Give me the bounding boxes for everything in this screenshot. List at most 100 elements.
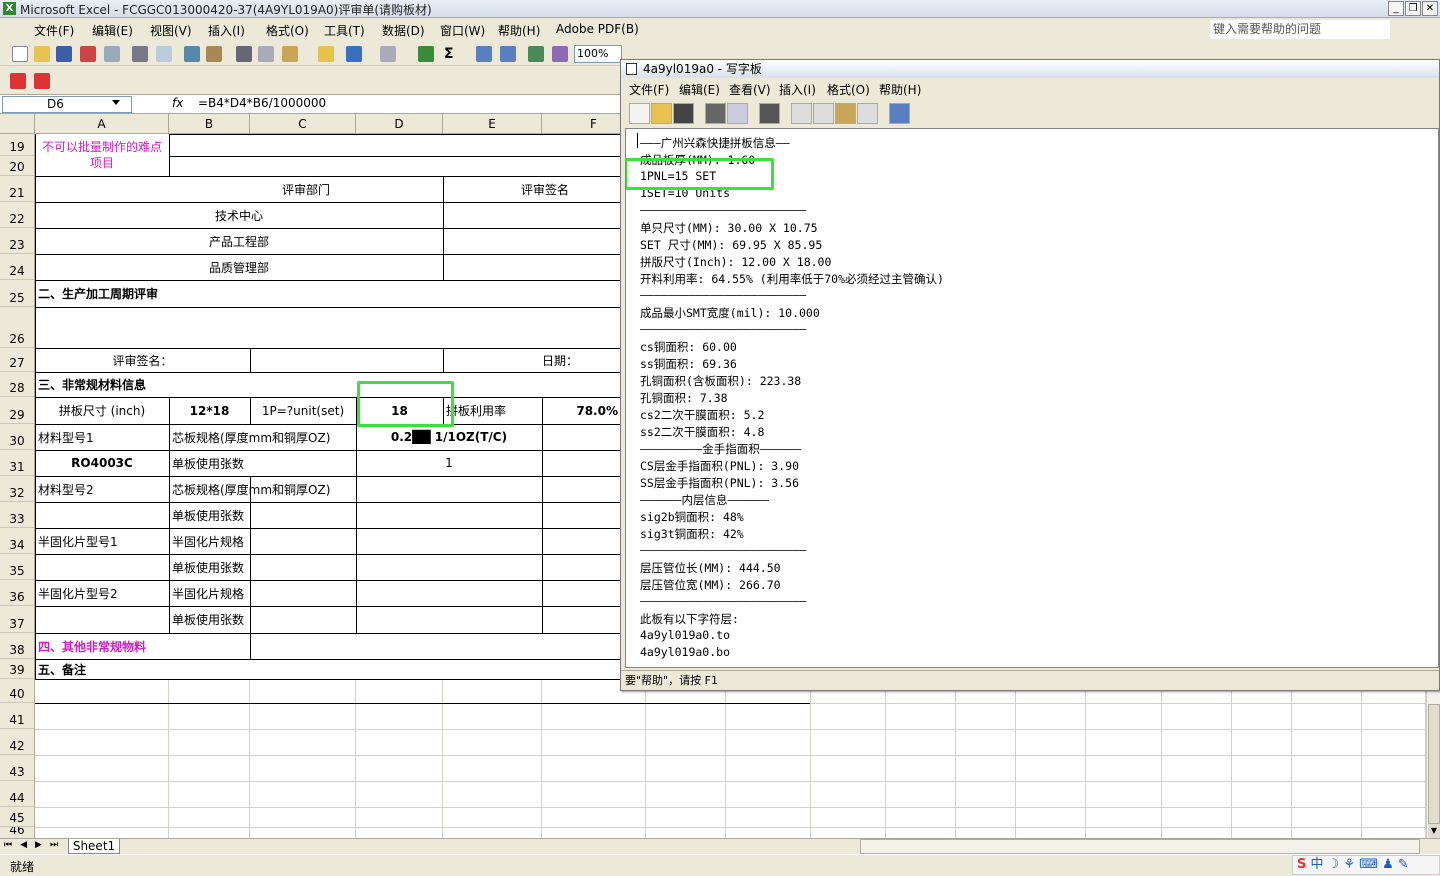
wp-print-icon[interactable] (705, 103, 726, 124)
drawing-icon[interactable] (552, 46, 568, 62)
row-header[interactable]: 31 (0, 450, 35, 476)
row-header[interactable]: 25 (0, 280, 35, 307)
menu-view[interactable]: 视图(V) (150, 22, 192, 39)
wp-insert-object-icon[interactable] (889, 103, 910, 124)
row-header[interactable]: 44 (0, 781, 35, 807)
horizontal-scrollbar[interactable] (860, 839, 1420, 854)
formula-input[interactable]: =B4*D4*B6/1000000 (198, 96, 326, 110)
row-header[interactable]: 39 (0, 659, 35, 679)
name-box-dropdown-icon[interactable] (112, 100, 120, 105)
row-header[interactable]: 29 (0, 397, 35, 424)
hyperlink-icon[interactable] (418, 46, 434, 62)
column-header-a[interactable]: A (35, 114, 169, 134)
cell-prepreg-1[interactable]: 半固化片型号1 (38, 528, 118, 554)
menu-data[interactable]: 数据(D) (382, 22, 425, 39)
cell-prepreg-spec-1[interactable]: 半固化片规格 (172, 528, 244, 554)
row-header[interactable]: 28 (0, 372, 35, 397)
cell-material-1[interactable]: 材料型号1 (38, 424, 94, 450)
menu-edit[interactable]: 编辑(E) (92, 22, 133, 39)
row-header[interactable]: 36 (0, 580, 35, 606)
cell-difficult-items[interactable]: 不可以批量制作的难点项目 (38, 137, 166, 173)
row-header[interactable]: 19 (0, 134, 35, 156)
undo-icon[interactable] (346, 46, 362, 62)
column-header-b[interactable]: B (169, 114, 250, 134)
row-header[interactable]: 22 (0, 202, 35, 228)
wp-undo-icon[interactable] (857, 103, 878, 124)
menu-file[interactable]: 文件(F) (34, 22, 74, 39)
row-header[interactable]: 33 (0, 502, 35, 528)
column-header-d[interactable]: D (356, 114, 443, 134)
cell-core-spec-1[interactable]: 芯板规格(厚度mm和铜厚OZ) (172, 424, 330, 450)
row-header[interactable]: 30 (0, 424, 35, 450)
row-header[interactable]: 45 (0, 807, 35, 827)
row-header[interactable]: 24 (0, 254, 35, 280)
cell-core-spec-2[interactable]: 芯板规格(厚度mm和铜厚OZ) (172, 476, 330, 502)
row-header[interactable]: 20 (0, 156, 35, 176)
row-header[interactable]: 41 (0, 703, 35, 729)
cell-p-unit[interactable]: 1P=?unit(set) (250, 397, 356, 424)
chart-wizard-icon[interactable] (528, 46, 544, 62)
wp-menu-insert[interactable]: 插入(I) (779, 81, 816, 98)
row-header[interactable]: 38 (0, 633, 35, 659)
cell-prepreg-2[interactable]: 半固化片型号2 (38, 580, 118, 606)
wp-menu-file[interactable]: 文件(F) (629, 81, 669, 98)
autosum-icon[interactable]: Σ (444, 46, 460, 62)
menu-help[interactable]: 帮助(H) (498, 22, 540, 39)
row-header[interactable]: 21 (0, 176, 35, 202)
cell-sign-label[interactable]: 评审签名： (35, 348, 250, 372)
cell-section-5[interactable]: 五、备注 (38, 659, 86, 679)
row-header[interactable]: 35 (0, 554, 35, 580)
redo-icon[interactable] (380, 46, 396, 62)
row-header[interactable]: 40 (0, 679, 35, 703)
wp-menu-edit[interactable]: 编辑(E) (679, 81, 720, 98)
cell-panel-size-value[interactable]: 12*18 (169, 397, 250, 424)
row-header[interactable]: 43 (0, 755, 35, 781)
cell-sheet-count-2[interactable]: 单板使用张数 (172, 502, 244, 528)
zoom-box[interactable]: 100% (574, 45, 622, 63)
pdf-email-icon[interactable] (34, 73, 50, 89)
save-icon[interactable] (56, 46, 72, 62)
wp-new-icon[interactable] (629, 103, 650, 124)
menu-format[interactable]: 格式(O) (266, 22, 309, 39)
cell-sheet-count-4[interactable]: 单板使用张数 (172, 606, 244, 633)
permission-icon[interactable] (80, 46, 96, 62)
print-icon[interactable] (132, 46, 148, 62)
research-icon[interactable] (206, 46, 222, 62)
row-header[interactable]: 32 (0, 476, 35, 502)
row-header[interactable]: 46 (0, 827, 35, 838)
scrollbar-thumb[interactable] (1428, 704, 1440, 824)
cell-quality[interactable]: 品质管理部 (169, 254, 309, 280)
convert-pdf-icon[interactable] (10, 73, 26, 89)
wp-save-icon[interactable] (673, 103, 694, 124)
row-header[interactable]: 34 (0, 528, 35, 554)
sort-descending-icon[interactable] (500, 46, 516, 62)
wp-open-icon[interactable] (651, 103, 672, 124)
email-icon[interactable] (104, 46, 120, 62)
column-header-c[interactable]: C (250, 114, 356, 134)
row-header[interactable]: 27 (0, 348, 35, 372)
format-painter-icon[interactable] (318, 46, 334, 62)
open-icon[interactable] (34, 46, 50, 62)
cell-prod-eng[interactable]: 产品工程部 (169, 228, 309, 254)
wp-copy-icon[interactable] (813, 103, 834, 124)
cell-utilization-label[interactable]: 拼板利用率 (446, 397, 506, 424)
wp-print-preview-icon[interactable] (727, 103, 748, 124)
scroll-down-icon[interactable]: ▼ (1428, 824, 1440, 838)
cell-utilization-value[interactable]: 78.0% (542, 397, 618, 424)
sort-ascending-icon[interactable] (476, 46, 492, 62)
close-button[interactable]: ✕ (1422, 1, 1438, 16)
cell-prepreg-spec-2[interactable]: 半固化片规格 (172, 580, 244, 606)
menu-insert[interactable]: 插入(I) (208, 22, 245, 39)
wp-menu-view[interactable]: 查看(V) (729, 81, 771, 98)
paste-icon[interactable] (282, 46, 298, 62)
cell-sheet-count-1-value[interactable]: 1 (356, 450, 542, 476)
wp-menu-help[interactable]: 帮助(H) (879, 81, 921, 98)
wordpad-document[interactable]: ———广州兴森快捷拼板信息—— 成品板厚(MM): 1.60 1PNL=15 S… (625, 128, 1439, 668)
ime-toolbar[interactable]: S 中 ☽ ⚘ ⌨ ♟ ✎ (1292, 855, 1440, 875)
cell-sheet-count-1[interactable]: 单板使用张数 (172, 450, 244, 476)
column-header-e[interactable]: E (443, 114, 542, 134)
cell-material-1-value[interactable]: RO4003C (35, 450, 169, 476)
new-icon[interactable] (12, 46, 28, 62)
cell-review-dept[interactable]: 评审部门 (169, 176, 443, 202)
row-header[interactable]: 26 (0, 307, 35, 348)
